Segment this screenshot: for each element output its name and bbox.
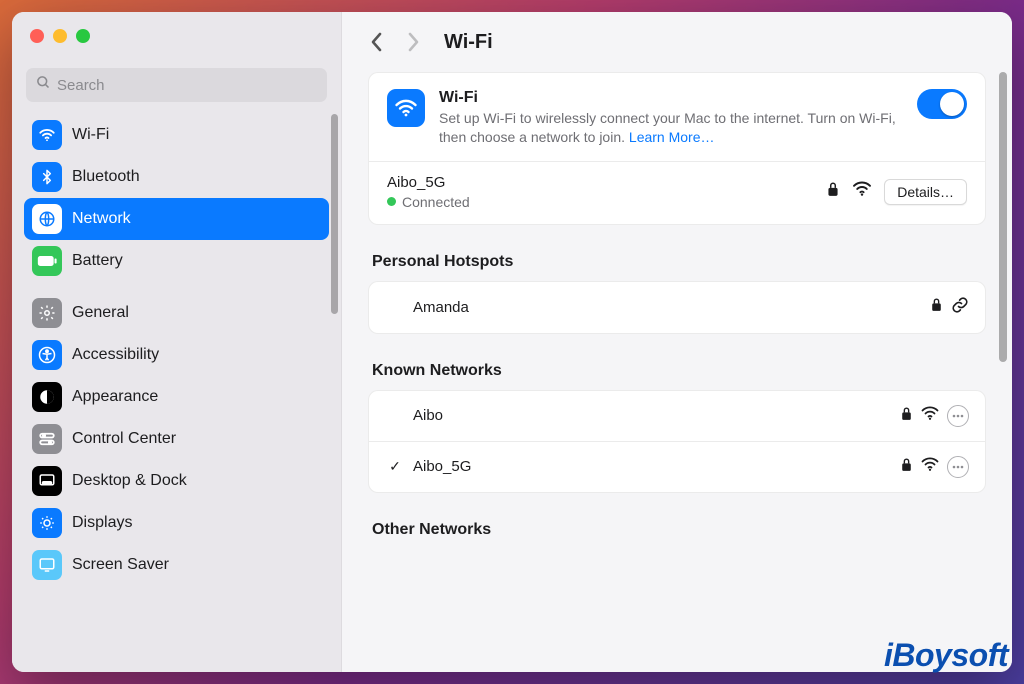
window-controls <box>12 12 341 60</box>
bluetooth-icon <box>32 162 62 192</box>
page-title: Wi-Fi <box>444 31 493 54</box>
battery-icon <box>32 246 62 276</box>
lock-icon <box>930 297 943 317</box>
globe-icon <box>32 204 62 234</box>
sidebar-item-displays[interactable]: Displays <box>24 502 329 544</box>
sidebar-item-label: Desktop & Dock <box>72 472 321 490</box>
list-item[interactable]: Aibo <box>369 391 985 441</box>
wifi-icon <box>32 120 62 150</box>
list-item[interactable]: ✓ Aibo_5G <box>369 441 985 492</box>
section-other-networks: Other Networks <box>372 521 986 539</box>
sidebar-item-label: General <box>72 304 321 322</box>
checkmark-icon: ✓ <box>385 458 405 475</box>
accessibility-icon <box>32 340 62 370</box>
status-dot-icon <box>387 197 396 206</box>
sidebar-item-label: Appearance <box>72 388 321 406</box>
desktop-dock-icon <box>32 466 62 496</box>
appearance-icon <box>32 382 62 412</box>
section-known-networks: Known Networks <box>372 362 986 380</box>
section-personal-hotspots: Personal Hotspots <box>372 253 986 271</box>
network-name: Aibo <box>413 407 892 424</box>
forward-button[interactable] <box>398 27 428 57</box>
link-icon <box>951 296 969 319</box>
maximize-button[interactable] <box>76 29 90 43</box>
wifi-description: Wi-Fi Set up Wi-Fi to wirelessly connect… <box>439 89 903 147</box>
main-scroll[interactable]: Wi-Fi Set up Wi-Fi to wirelessly connect… <box>342 72 1012 672</box>
screensaver-icon <box>32 550 62 580</box>
hotspot-name: Amanda <box>413 299 922 316</box>
lock-icon <box>826 181 840 202</box>
search-input[interactable] <box>57 77 317 94</box>
sidebar-item-controlcenter[interactable]: Control Center <box>24 418 329 460</box>
wifi-toggle[interactable] <box>917 89 967 119</box>
sidebar-item-label: Displays <box>72 514 321 532</box>
sidebar-item-label: Control Center <box>72 430 321 448</box>
wifi-signal-icon <box>921 457 939 477</box>
main-content: Wi-Fi Wi-Fi Set up Wi-Fi to wirelessly c… <box>342 12 1012 672</box>
system-settings-window: Wi-Fi Bluetooth Network <box>12 12 1012 672</box>
search-icon <box>36 75 51 95</box>
learn-more-link[interactable]: Learn More… <box>629 129 715 145</box>
sidebar-item-network[interactable]: Network <box>24 198 329 240</box>
current-network-name: Aibo_5G <box>387 174 814 191</box>
main-header: Wi-Fi <box>342 12 1012 72</box>
sidebar-item-label: Accessibility <box>72 346 321 364</box>
connection-status: Connected <box>402 194 470 210</box>
minimize-button[interactable] <box>53 29 67 43</box>
sidebar-item-general[interactable]: General <box>24 292 329 334</box>
sidebar-item-desktopdock[interactable]: Desktop & Dock <box>24 460 329 502</box>
lock-icon <box>900 457 913 477</box>
wifi-signal-icon <box>852 181 872 202</box>
sidebar-item-label: Battery <box>72 252 321 270</box>
details-button[interactable]: Details… <box>884 179 967 205</box>
main-scrollbar[interactable] <box>999 72 1007 362</box>
back-button[interactable] <box>362 27 392 57</box>
wifi-signal-icon <box>921 406 939 426</box>
sidebar: Wi-Fi Bluetooth Network <box>12 12 342 672</box>
control-center-icon <box>32 424 62 454</box>
sidebar-item-screensaver[interactable]: Screen Saver <box>24 544 329 586</box>
wifi-icon <box>387 89 425 127</box>
more-options-button[interactable] <box>947 405 969 427</box>
wifi-heading: Wi-Fi <box>439 89 903 107</box>
close-button[interactable] <box>30 29 44 43</box>
sidebar-item-label: Bluetooth <box>72 168 321 186</box>
sidebar-item-accessibility[interactable]: Accessibility <box>24 334 329 376</box>
sidebar-item-label: Network <box>72 210 321 228</box>
list-item[interactable]: Amanda <box>369 282 985 333</box>
more-options-button[interactable] <box>947 456 969 478</box>
sidebar-item-appearance[interactable]: Appearance <box>24 376 329 418</box>
sidebar-item-battery[interactable]: Battery <box>24 240 329 282</box>
sidebar-scroll[interactable]: Wi-Fi Bluetooth Network <box>12 114 341 672</box>
lock-icon <box>900 406 913 426</box>
sidebar-item-bluetooth[interactable]: Bluetooth <box>24 156 329 198</box>
sidebar-item-label: Screen Saver <box>72 556 321 574</box>
displays-icon <box>32 508 62 538</box>
sidebar-scrollbar[interactable] <box>331 114 338 314</box>
wifi-status-card: Wi-Fi Set up Wi-Fi to wirelessly connect… <box>368 72 986 225</box>
network-name: Aibo_5G <box>413 458 892 475</box>
known-networks-list: Aibo ✓ Aibo_5G <box>368 390 986 493</box>
sidebar-item-label: Wi-Fi <box>72 126 321 144</box>
search-field[interactable] <box>26 68 327 102</box>
gear-icon <box>32 298 62 328</box>
sidebar-item-wifi[interactable]: Wi-Fi <box>24 114 329 156</box>
hotspots-list: Amanda <box>368 281 986 334</box>
